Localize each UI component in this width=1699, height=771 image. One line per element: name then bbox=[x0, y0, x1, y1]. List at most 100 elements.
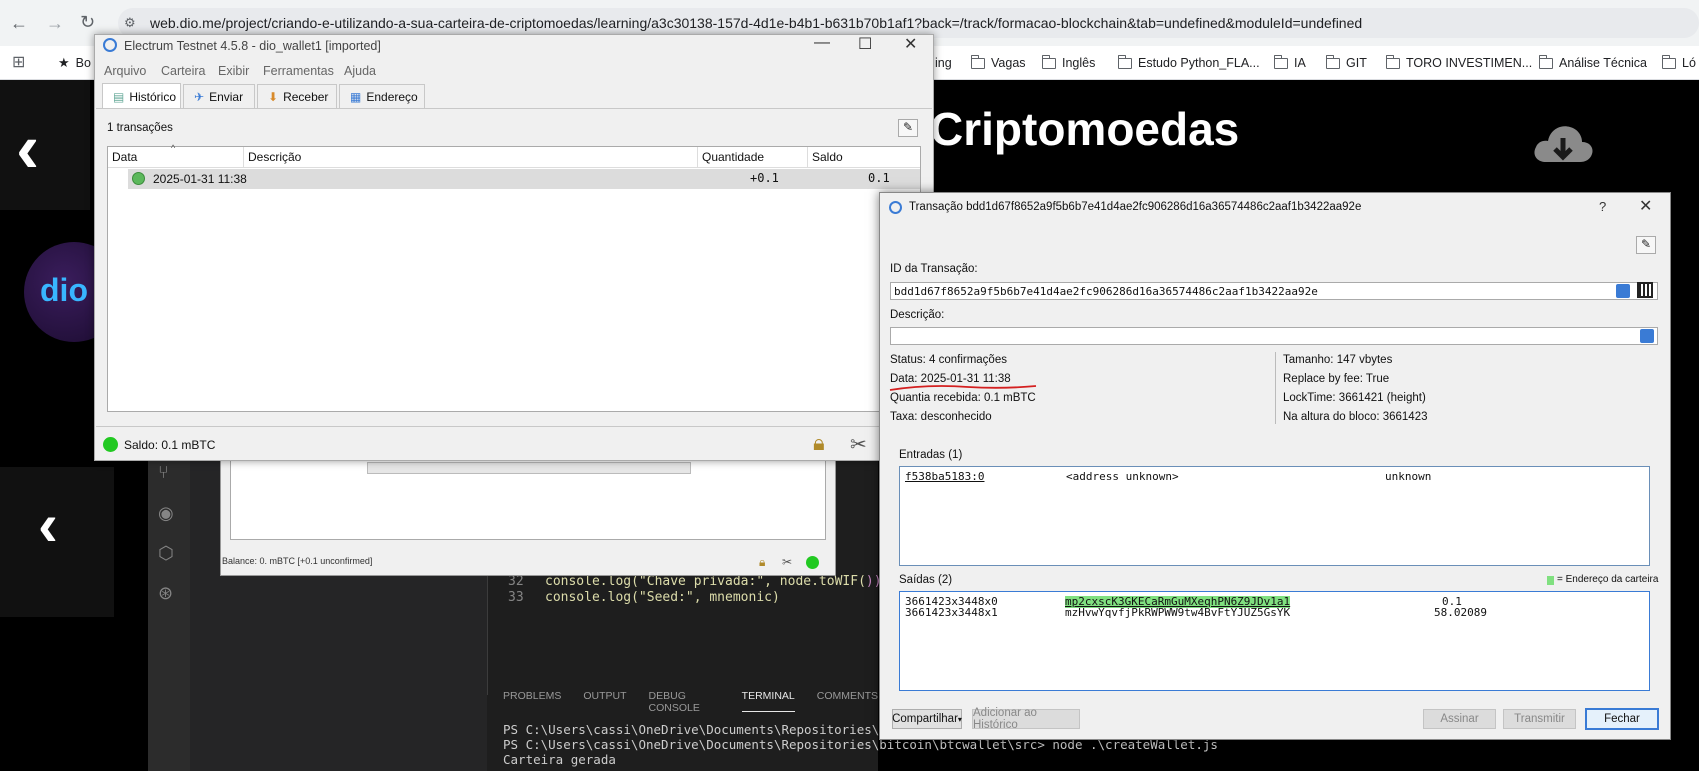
broadcast-button[interactable]: Transmitir bbox=[1503, 709, 1576, 729]
tools-icon: ✂ bbox=[782, 555, 793, 569]
github-icon[interactable]: ◉ bbox=[158, 503, 174, 524]
balance-status: Saldo: 0.1 mBTC bbox=[124, 438, 216, 452]
network-status-icon[interactable] bbox=[103, 437, 118, 452]
tab-historico[interactable]: ▤ Histórico bbox=[102, 83, 181, 109]
close-button[interactable]: Fechar bbox=[1585, 708, 1659, 730]
help-button[interactable]: ? bbox=[1599, 199, 1606, 214]
bookmark-folder-ia[interactable]: IA bbox=[1273, 52, 1306, 74]
status-divider bbox=[96, 426, 932, 427]
bookmark-folder-toro[interactable]: TORO INVESTIMEN... bbox=[1385, 52, 1532, 74]
share-button[interactable]: Compartilhar ▾ bbox=[892, 709, 962, 729]
close-icon[interactable]: ✕ bbox=[904, 34, 917, 54]
tab-terminal[interactable]: TERMINAL bbox=[741, 690, 795, 712]
receive-icon: ⬇ bbox=[268, 89, 279, 104]
folder-icon bbox=[1273, 54, 1288, 69]
dropdown-arrow-icon: ▾ bbox=[957, 714, 962, 724]
menu-ajuda[interactable]: Ajuda bbox=[344, 64, 376, 78]
outputs-label: Saídas (2) bbox=[899, 574, 953, 586]
line-number: 32 bbox=[508, 574, 524, 589]
tab-endereco[interactable]: ▦ Endereço bbox=[339, 84, 425, 108]
source-control-icon[interactable]: ⑂ bbox=[158, 462, 169, 483]
bookmark-folder-python[interactable]: Estudo Python_FLA... bbox=[1117, 52, 1260, 74]
folder-icon bbox=[1325, 54, 1340, 69]
row-balance: 0.1 bbox=[868, 171, 890, 185]
output-address[interactable]: mzHvwYqvfjPkRWPWW9tw4BvFtYJUZ5GsYK bbox=[1065, 607, 1290, 619]
menu-carteira[interactable]: Carteira bbox=[161, 64, 205, 78]
site-info-icon[interactable]: ⚙ bbox=[124, 15, 136, 31]
column-header-quantidade[interactable]: Quantidade bbox=[698, 147, 808, 168]
background-status-text: Balance: 0. mBTC [+0.1 unconfirmed] bbox=[222, 556, 373, 566]
tab-receber[interactable]: ⬇ Receber bbox=[257, 84, 337, 108]
inputs-list[interactable] bbox=[899, 466, 1650, 566]
close-icon[interactable]: ✕ bbox=[1639, 196, 1652, 216]
column-header-data[interactable]: Data bbox=[108, 147, 244, 168]
folder-icon bbox=[1041, 54, 1056, 69]
tab-comments[interactable]: COMMENTS bbox=[817, 690, 878, 712]
menu-exibir[interactable]: Exibir bbox=[218, 64, 249, 78]
description-input[interactable] bbox=[890, 327, 1658, 345]
status-text: Status: 4 confirmações bbox=[890, 354, 1007, 366]
maximize-icon[interactable]: ☐ bbox=[858, 34, 872, 54]
folder-icon bbox=[1117, 54, 1132, 69]
download-cloud-icon[interactable] bbox=[1530, 118, 1596, 175]
copy-icon[interactable] bbox=[1616, 284, 1630, 298]
bookmark-folder-git[interactable]: GIT bbox=[1325, 52, 1367, 74]
tools-icon: ✎ bbox=[902, 120, 914, 134]
block-height-text: Na altura do bloco: 3661423 bbox=[1283, 411, 1428, 423]
bookmark-folder-analise[interactable]: Análise Técnica bbox=[1538, 52, 1647, 74]
lock-icon[interactable]: 🔒︎ bbox=[813, 430, 825, 456]
tab-problems[interactable]: PROBLEMS bbox=[503, 690, 561, 712]
description-label: Descrição: bbox=[890, 309, 945, 321]
tools-menu-button[interactable]: ✎ bbox=[1636, 236, 1656, 254]
chevron-left-icon[interactable]: ‹ bbox=[38, 490, 58, 559]
bookmark-item[interactable]: ing bbox=[935, 52, 952, 74]
column-header-descricao[interactable]: Descrição bbox=[244, 147, 698, 168]
reload-icon[interactable]: ↻ bbox=[80, 12, 95, 33]
dialog-shadow bbox=[367, 462, 691, 474]
apps-grid-icon[interactable]: ⊞ bbox=[12, 52, 25, 72]
remote-icon[interactable]: ⊛ bbox=[158, 583, 173, 604]
inputs-label: Entradas (1) bbox=[899, 449, 963, 461]
copy-icon[interactable] bbox=[1640, 329, 1654, 343]
forward-arrow-icon[interactable]: → bbox=[46, 13, 64, 34]
locktime-text: LockTime: 3661421 (height) bbox=[1283, 392, 1426, 404]
output-outpoint: 3661423x3448x1 bbox=[905, 606, 998, 619]
fee-text: Taxa: desconhecido bbox=[890, 411, 992, 423]
info-divider bbox=[1275, 352, 1276, 424]
folder-icon bbox=[1385, 54, 1400, 69]
back-arrow-icon[interactable]: ← bbox=[10, 13, 28, 34]
bookmark-folder-vagas[interactable]: Vagas bbox=[970, 52, 1026, 74]
tools-menu-button[interactable]: ✎ bbox=[898, 119, 918, 137]
row-date: 2025-01-31 11:38 bbox=[153, 172, 247, 186]
tab-debug-console[interactable]: DEBUG CONSOLE bbox=[649, 690, 720, 714]
qr-code-icon[interactable] bbox=[1637, 282, 1653, 298]
preferences-tools-icon[interactable]: ✂ bbox=[850, 432, 867, 457]
logo-text: dio bbox=[40, 272, 88, 308]
tab-output[interactable]: OUTPUT bbox=[583, 690, 626, 712]
minimize-icon[interactable]: — bbox=[814, 34, 830, 52]
add-to-history-button[interactable]: Adicionar ao Histórico bbox=[972, 707, 1080, 731]
menu-ferramentas[interactable]: Ferramentas bbox=[263, 64, 334, 78]
chevron-left-icon[interactable]: ‹ bbox=[16, 108, 39, 188]
bookmark-folder-ingles[interactable]: Inglês bbox=[1041, 52, 1095, 74]
rbf-text: Replace by fee: True bbox=[1283, 373, 1390, 385]
menu-arquivo[interactable]: Arquivo bbox=[104, 64, 146, 78]
txid-value: bdd1d67f8652a9f5b6b7e41d4ae2fc906286d16a… bbox=[894, 285, 1318, 298]
bookmark-folder-partial[interactable]: Ló bbox=[1661, 52, 1696, 74]
input-prevout[interactable]: f538ba5183:0 bbox=[905, 471, 984, 483]
code-line[interactable]: console.log("Chave privada:", node.toWIF… bbox=[545, 574, 882, 589]
window-title: Electrum Testnet 4.5.8 - dio_wallet1 [im… bbox=[124, 39, 381, 53]
input-amount: unknown bbox=[1385, 470, 1432, 483]
size-text: Tamanho: 147 vbytes bbox=[1283, 354, 1393, 366]
bookmark-item[interactable]: ★ Bo bbox=[58, 52, 91, 74]
tab-enviar[interactable]: ✈ Enviar bbox=[183, 84, 255, 108]
column-header-saldo[interactable]: Saldo bbox=[808, 147, 920, 168]
folder-icon bbox=[1538, 54, 1553, 69]
extension-icon[interactable]: ⬡ bbox=[158, 543, 174, 564]
history-icon: ▤ bbox=[113, 89, 125, 104]
code-line[interactable]: console.log("Seed:", mnemonic) bbox=[545, 590, 780, 605]
star-icon: ★ bbox=[58, 55, 70, 70]
back-panel bbox=[0, 80, 90, 210]
electrum-logo-icon bbox=[103, 38, 117, 52]
sign-button[interactable]: Assinar bbox=[1423, 709, 1496, 729]
